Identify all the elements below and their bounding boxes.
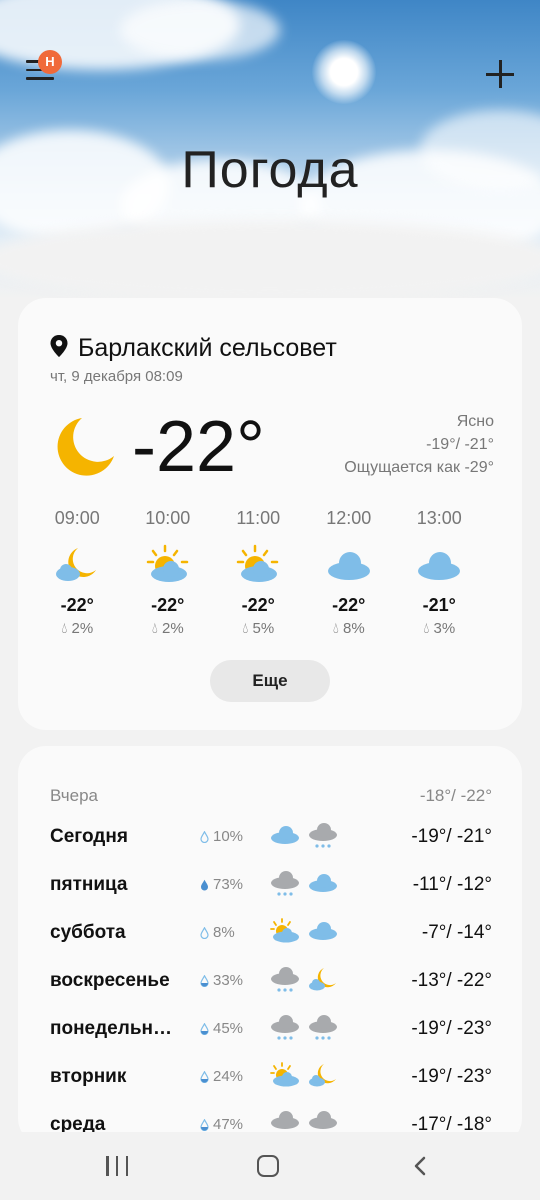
day-row[interactable]: понедельн… 45% -19°/ -23° [18, 1008, 522, 1048]
location-name: Барлакский сельсовет [78, 334, 337, 362]
hour-temp: -22° [241, 595, 275, 615]
hourly-item: 12:00 -22° 💧︎ 8% [304, 508, 395, 637]
hour-time: 10:00 [145, 508, 191, 528]
day-name: воскресенье [50, 970, 170, 991]
day-name: Сегодня [50, 826, 128, 847]
hour-time: 13:00 [416, 508, 462, 528]
hour-time: 12:00 [326, 508, 372, 528]
drop-icon: 💧︎ [61, 620, 68, 637]
system-navigation-bar [0, 1132, 540, 1200]
back-button[interactable] [412, 1156, 428, 1176]
hourly-forecast: 09:00 -22° 💧︎ 2% 10:00 -22° 💧︎ 2% 11:00 … [32, 508, 508, 637]
drop-outline-icon [200, 830, 209, 843]
current-conditions: Ясно -19°/ -21° Ощущается как -29° [344, 410, 494, 479]
day-name: пятница [50, 874, 128, 895]
drop-half-icon [200, 1118, 209, 1131]
cloud-icon [304, 539, 395, 589]
drop-outline-icon [200, 926, 209, 939]
location-pin-icon [50, 335, 68, 362]
hour-time: 11:00 [236, 508, 281, 528]
cloud-icon [270, 822, 300, 851]
current-datetime: чт, 9 декабря 08:09 [50, 368, 183, 385]
home-button[interactable] [257, 1155, 279, 1177]
yesterday-high-low: -18°/ -22° [419, 786, 492, 805]
day-high-low: -13°/ -22° [411, 970, 492, 991]
day-precip: 24% [200, 1068, 243, 1085]
day-high-low: -11°/ -12° [412, 874, 492, 895]
drop-half-icon [200, 1070, 209, 1083]
day-row[interactable]: суббота 8% -7°/ -14° [18, 912, 522, 952]
moon-icon [52, 414, 118, 480]
day-precip: 45% [200, 1020, 243, 1037]
more-button[interactable]: Еще [210, 660, 330, 702]
snow-cloud-icon [308, 1014, 338, 1047]
drop-icon: 💧︎ [423, 620, 430, 637]
page-title: Погода [181, 141, 359, 199]
moon-cloud-icon [308, 1062, 338, 1093]
day-name: понедельн… [50, 1018, 172, 1039]
day-high-low: -7°/ -14° [421, 922, 492, 943]
hour-precip: 💧︎ 2% [61, 620, 94, 637]
drop-icon: 💧︎ [242, 620, 249, 637]
day-row[interactable]: Сегодня 10% -19°/ -21° [18, 816, 522, 856]
drop-half-icon [200, 974, 209, 987]
day-precip: 73% [200, 876, 243, 893]
yesterday-row: Вчера -18°/ -22° [18, 776, 522, 816]
snow-cloud-icon [270, 966, 300, 999]
sun-cloud-icon [270, 1062, 300, 1093]
drop-icon: 💧︎ [151, 620, 158, 637]
day-precip: 8% [200, 924, 235, 941]
hour-precip: 💧︎ 8% [332, 620, 365, 637]
snow-cloud-icon [270, 870, 300, 903]
recent-apps-button[interactable] [106, 1156, 128, 1176]
condition-text: Ясно [456, 413, 494, 430]
drop-half-icon [200, 1022, 209, 1035]
day-name: суббота [50, 922, 126, 943]
hourly-item: 13:00 -21° 💧︎ 3% [394, 508, 485, 637]
hour-precip: 💧︎ 2% [151, 620, 184, 637]
notification-badge: H [38, 50, 62, 74]
day-row[interactable]: воскресенье 33% -13°/ -22° [18, 960, 522, 1000]
hourly-item: 11:00 -22° 💧︎ 5% [213, 508, 304, 637]
cloud-icon [308, 918, 338, 947]
sun-cloud-icon [213, 539, 304, 589]
hour-precip: 💧︎ 5% [242, 620, 275, 637]
hour-time: 09:00 [54, 508, 100, 528]
day-high-low: -19°/ -21° [411, 826, 492, 847]
day-row[interactable]: пятница 73% -11°/ -12° [18, 864, 522, 904]
current-weather-card[interactable]: Барлакский сельсовет чт, 9 декабря 08:09… [18, 298, 522, 730]
day-name: вторник [50, 1066, 127, 1087]
hour-temp: -22° [332, 595, 366, 615]
drop-icon: 💧︎ [332, 620, 339, 637]
location-header: Барлакский сельсовет [50, 334, 337, 363]
day-precip: 47% [200, 1116, 243, 1133]
snow-cloud-icon [270, 1014, 300, 1047]
sun-cloud-icon [123, 539, 214, 589]
sun-glare [312, 40, 376, 104]
feels-like-text: Ощущается как -29° [344, 459, 494, 476]
cloud-icon [394, 539, 485, 589]
hour-temp: -21° [422, 595, 456, 615]
hour-temp: -22° [60, 595, 94, 615]
drop-filled-icon [201, 879, 208, 890]
day-high-low: -19°/ -23° [411, 1018, 492, 1039]
current-temperature: -22° [132, 407, 265, 487]
high-low-text: -19°/ -21° [426, 436, 494, 453]
hourly-item: 10:00 -22° 💧︎ 2% [123, 508, 214, 637]
hourly-item: 09:00 -22° 💧︎ 2% [32, 508, 123, 637]
snow-cloud-icon [308, 822, 338, 855]
hour-temp: -22° [151, 595, 185, 615]
day-row[interactable]: вторник 24% -19°/ -23° [18, 1056, 522, 1096]
yesterday-label: Вчера [50, 786, 98, 805]
moon-cloud-icon [32, 539, 123, 589]
hour-precip: 💧︎ 3% [423, 620, 456, 637]
sun-cloud-icon [270, 918, 300, 949]
day-high-low: -19°/ -23° [411, 1066, 492, 1087]
day-precip: 10% [200, 828, 243, 845]
day-precip: 33% [200, 972, 243, 989]
add-location-button[interactable] [484, 58, 516, 90]
moon-cloud-icon [308, 966, 338, 997]
cloud-icon [308, 870, 338, 899]
daily-forecast-card: Вчера -18°/ -22° Сегодня 10% -19°/ -21° … [18, 746, 522, 1146]
